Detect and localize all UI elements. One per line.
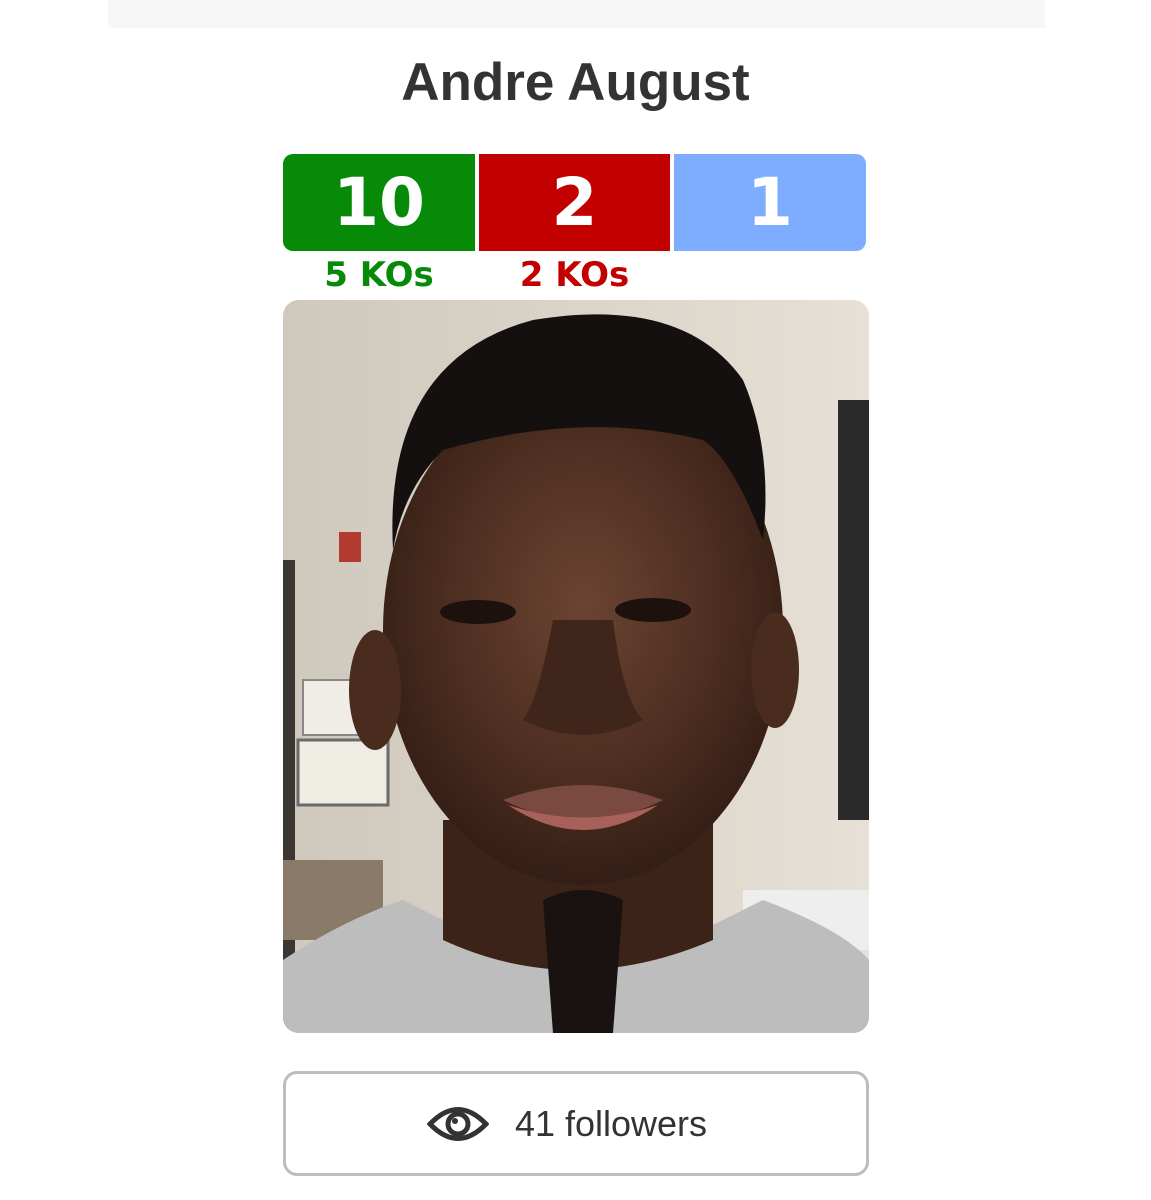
wins-count: 10 [283,154,475,251]
loss-kos: 2 KOs [519,255,630,295]
win-kos: 5 KOs [324,255,434,295]
followers-button[interactable]: 41 followers [283,1071,869,1176]
draws-count: 1 [674,154,866,251]
fighter-photo [283,300,869,1033]
followers-label: 41 followers [514,1102,708,1144]
fighter-name: Andre August [401,53,750,112]
top-strip [108,0,1045,28]
eye-icon [426,1106,489,1141]
fight-record: 10 2 1 [283,154,869,251]
losses-count: 2 [479,154,670,251]
